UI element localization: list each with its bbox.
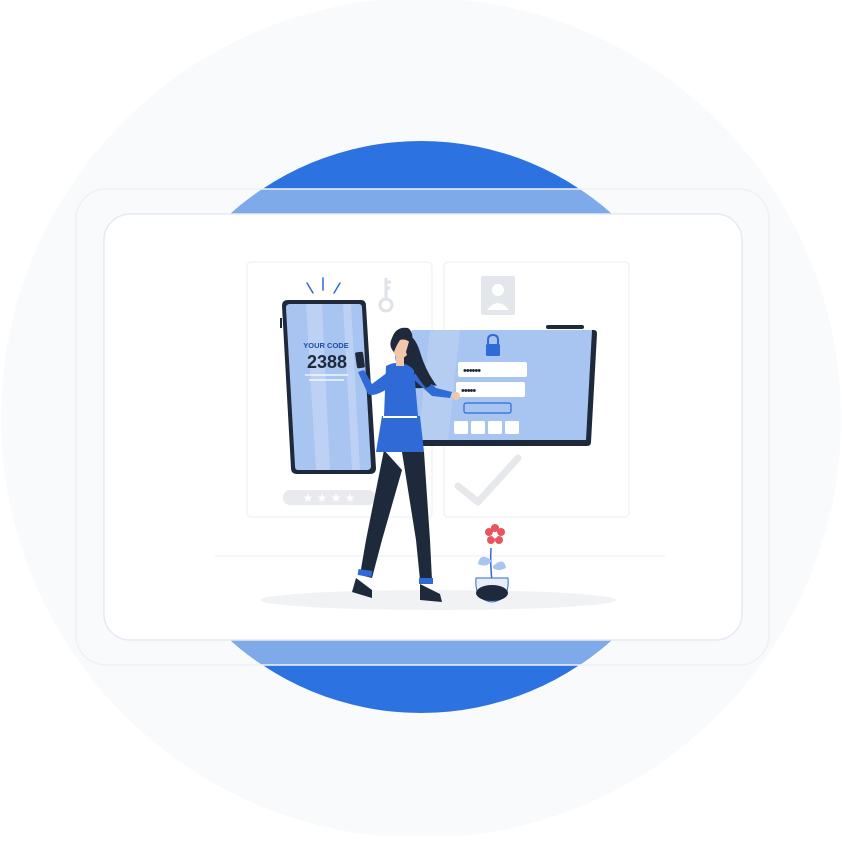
phone: YOUR CODE 2388 [280,300,376,474]
code-value: 2388 [307,352,347,372]
illustration-stage: ★ ★ ★ ★ •••••• ••••• YOUR CODE 2388 [0,0,842,838]
password-mask-2: ••••• [461,385,476,397]
password-mask-1: •••••• [463,365,481,377]
rating-stars: ★ ★ ★ ★ [302,491,355,505]
login-button-shape [463,402,512,414]
two-factor-illustration: ★ ★ ★ ★ •••••• ••••• YOUR CODE 2388 [1,0,841,838]
user-icon [481,276,515,315]
code-label: YOUR CODE [303,341,348,350]
login-tablet: •••••• ••••• [406,325,597,446]
